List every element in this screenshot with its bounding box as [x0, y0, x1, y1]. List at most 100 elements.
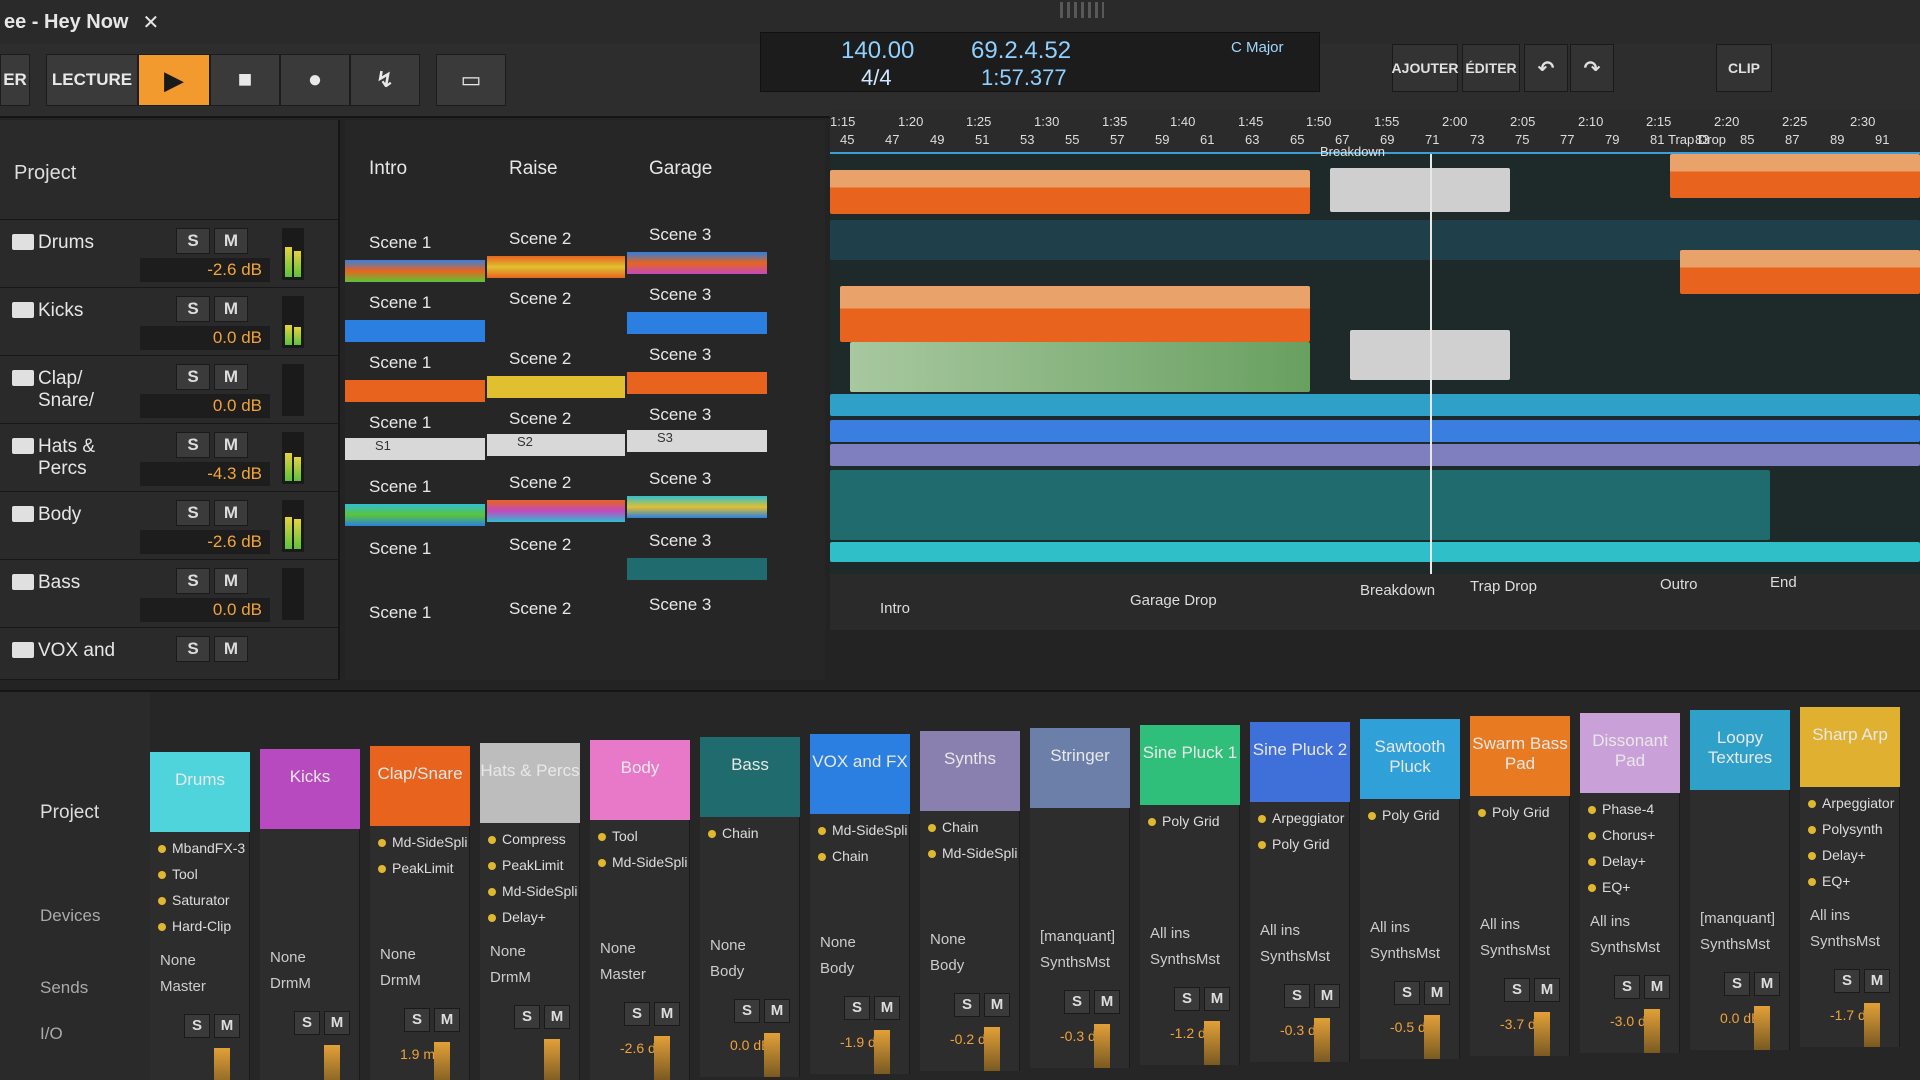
mute-button[interactable]: M [214, 364, 248, 390]
position-time[interactable]: 1:57.377 [981, 65, 1067, 91]
channel-name[interactable]: Swarm Bass Pad [1470, 716, 1570, 796]
scene-header-garage[interactable]: Garage [625, 120, 765, 220]
scene-slot[interactable]: Scene 2 [485, 284, 571, 314]
volume-fader[interactable] [324, 1045, 340, 1080]
key-display[interactable]: C Major [1231, 39, 1284, 56]
device-slot[interactable]: Poly Grid [1368, 807, 1440, 823]
mute-button[interactable]: M [1864, 969, 1890, 993]
output-routing[interactable]: DrmM [270, 975, 311, 992]
mute-button[interactable]: M [214, 228, 248, 254]
output-routing[interactable]: SynthsMst [1810, 933, 1880, 950]
device-slot[interactable]: Delay+ [1808, 847, 1866, 863]
solo-button[interactable]: S [624, 1002, 650, 1026]
arranger-clip[interactable] [1330, 168, 1510, 212]
device-slot[interactable]: Arpeggiator [1258, 810, 1344, 826]
mute-button[interactable]: M [874, 996, 900, 1020]
solo-button[interactable]: S [176, 364, 210, 390]
clip[interactable] [345, 380, 485, 402]
scene-slot[interactable]: Scene 3 [625, 400, 711, 430]
scene-slot[interactable]: Scene 1 [345, 348, 431, 378]
track-row[interactable]: VOX and S M [0, 628, 340, 680]
volume-fader[interactable] [984, 1027, 1000, 1071]
output-routing[interactable]: SynthsMst [1370, 945, 1440, 962]
solo-button[interactable]: S [514, 1005, 540, 1029]
scene-slot[interactable]: Scene 3 [625, 464, 711, 494]
mixer-channel-strip[interactable]: Synths Chain Md-SideSpli None Body S M -0.2 dB [920, 731, 1020, 1071]
solo-button[interactable]: S [176, 500, 210, 526]
clip[interactable] [345, 260, 485, 282]
arranger-lane[interactable] [830, 444, 1920, 466]
mute-button[interactable]: M [544, 1005, 570, 1029]
channel-name[interactable]: Sawtooth Pluck [1360, 719, 1460, 799]
clip[interactable] [487, 376, 625, 398]
mute-button[interactable]: M [1644, 975, 1670, 999]
device-slot[interactable]: MbandFX-3 [158, 840, 245, 856]
clip-s3[interactable]: S3 [627, 430, 767, 452]
stop-button[interactable]: ■ [210, 54, 280, 106]
mute-button[interactable]: M [654, 1002, 680, 1026]
arranger-clip[interactable] [1670, 154, 1920, 198]
channel-name[interactable]: Synths [920, 731, 1020, 811]
send-input[interactable]: [manquant] [1040, 928, 1115, 945]
track-volume[interactable]: -4.3 dB [140, 462, 270, 486]
send-input[interactable]: None [160, 952, 196, 969]
mixer-channel-strip[interactable]: Sawtooth Pluck Poly Grid All ins SynthsMst S… [1360, 719, 1460, 1059]
track-volume[interactable]: 0.0 dB [140, 326, 270, 350]
close-icon[interactable]: ✕ [142, 10, 159, 35]
device-slot[interactable]: Md-SideSpli [928, 845, 1017, 861]
solo-button[interactable]: S [844, 996, 870, 1020]
playhead[interactable] [1430, 154, 1432, 630]
channel-name[interactable]: Sine Pluck 2 [1250, 722, 1350, 802]
scene-slot[interactable]: Scene 1 [345, 408, 431, 438]
send-input[interactable]: None [270, 949, 306, 966]
output-routing[interactable]: DrmM [380, 972, 421, 989]
solo-button[interactable]: S [1834, 969, 1860, 993]
arranger-lane[interactable] [830, 394, 1920, 416]
track-name[interactable]: Hats & Percs [38, 436, 138, 480]
output-routing[interactable]: SynthsMst [1260, 948, 1330, 965]
mixer-channel-strip[interactable]: Swarm Bass Pad Poly Grid All ins SynthsMst S… [1470, 716, 1570, 1056]
volume-fader[interactable] [214, 1048, 230, 1080]
arranger-lane[interactable] [830, 542, 1920, 562]
device-slot[interactable]: Md-SideSpli [378, 834, 467, 850]
solo-button[interactable]: S [176, 568, 210, 594]
solo-button[interactable]: S [1394, 981, 1420, 1005]
volume-fader[interactable] [874, 1030, 890, 1074]
track-row[interactable]: Bass S M 0.0 dB [0, 560, 340, 628]
scene-slot[interactable]: Scene 1 [345, 534, 431, 564]
scene-slot[interactable]: Scene 2 [485, 594, 571, 624]
channel-name[interactable]: Stringer [1030, 728, 1130, 808]
mute-button[interactable]: M [984, 993, 1010, 1017]
drag-grip-icon[interactable] [1060, 2, 1104, 18]
arrange-view-icon[interactable]: ▭ [436, 54, 506, 106]
arranger-marker[interactable]: Outro [1660, 576, 1698, 593]
mixer-channel-strip[interactable]: Sine Pluck 2 Arpeggiator Poly Grid All ins S… [1250, 722, 1350, 1062]
send-input[interactable]: All ins [1370, 919, 1410, 936]
time-signature[interactable]: 4/4 [861, 65, 892, 91]
mixer-channel-strip[interactable]: Bass Chain None Body S M 0.0 dB [700, 737, 800, 1077]
tempo-value[interactable]: 140.00 [841, 37, 914, 65]
mixer-channel-strip[interactable]: Hats & Percs Compress PeakLimit Md-SideSpli… [480, 743, 580, 1080]
volume-fader[interactable] [1094, 1024, 1110, 1068]
mute-button[interactable]: M [1204, 987, 1230, 1011]
channel-name[interactable]: VOX and FX [810, 734, 910, 814]
mixer-project-label[interactable]: Project [40, 802, 99, 824]
device-slot[interactable]: Chain [708, 825, 759, 841]
output-routing[interactable]: Master [160, 978, 206, 995]
mute-button[interactable]: M [764, 999, 790, 1023]
volume-fader[interactable] [1204, 1021, 1220, 1065]
mute-button[interactable]: M [214, 1014, 240, 1038]
automation-icon[interactable]: ↯ [350, 54, 420, 106]
mixer-channel-strip[interactable]: Sharp Arp Arpeggiator Polysynth Delay+ EQ+ Al… [1800, 707, 1900, 1047]
solo-button[interactable]: S [1174, 987, 1200, 1011]
device-slot[interactable]: PeakLimit [378, 860, 453, 876]
arranger-marker[interactable]: Trap Drop [1470, 578, 1537, 595]
clip[interactable] [627, 496, 767, 518]
volume-fader[interactable] [1754, 1006, 1770, 1050]
track-name[interactable]: Body [38, 504, 138, 526]
device-slot[interactable]: Delay+ [1588, 853, 1646, 869]
track-volume[interactable]: 0.0 dB [140, 394, 270, 418]
mixer-channel-strip[interactable]: Loopy Textures [manquant] SynthsMst S M 0.0 d… [1690, 710, 1790, 1050]
mixer-channel-strip[interactable]: Stringer [manquant] SynthsMst S M -0.3 dB [1030, 728, 1130, 1068]
output-routing[interactable]: Master [600, 966, 646, 983]
